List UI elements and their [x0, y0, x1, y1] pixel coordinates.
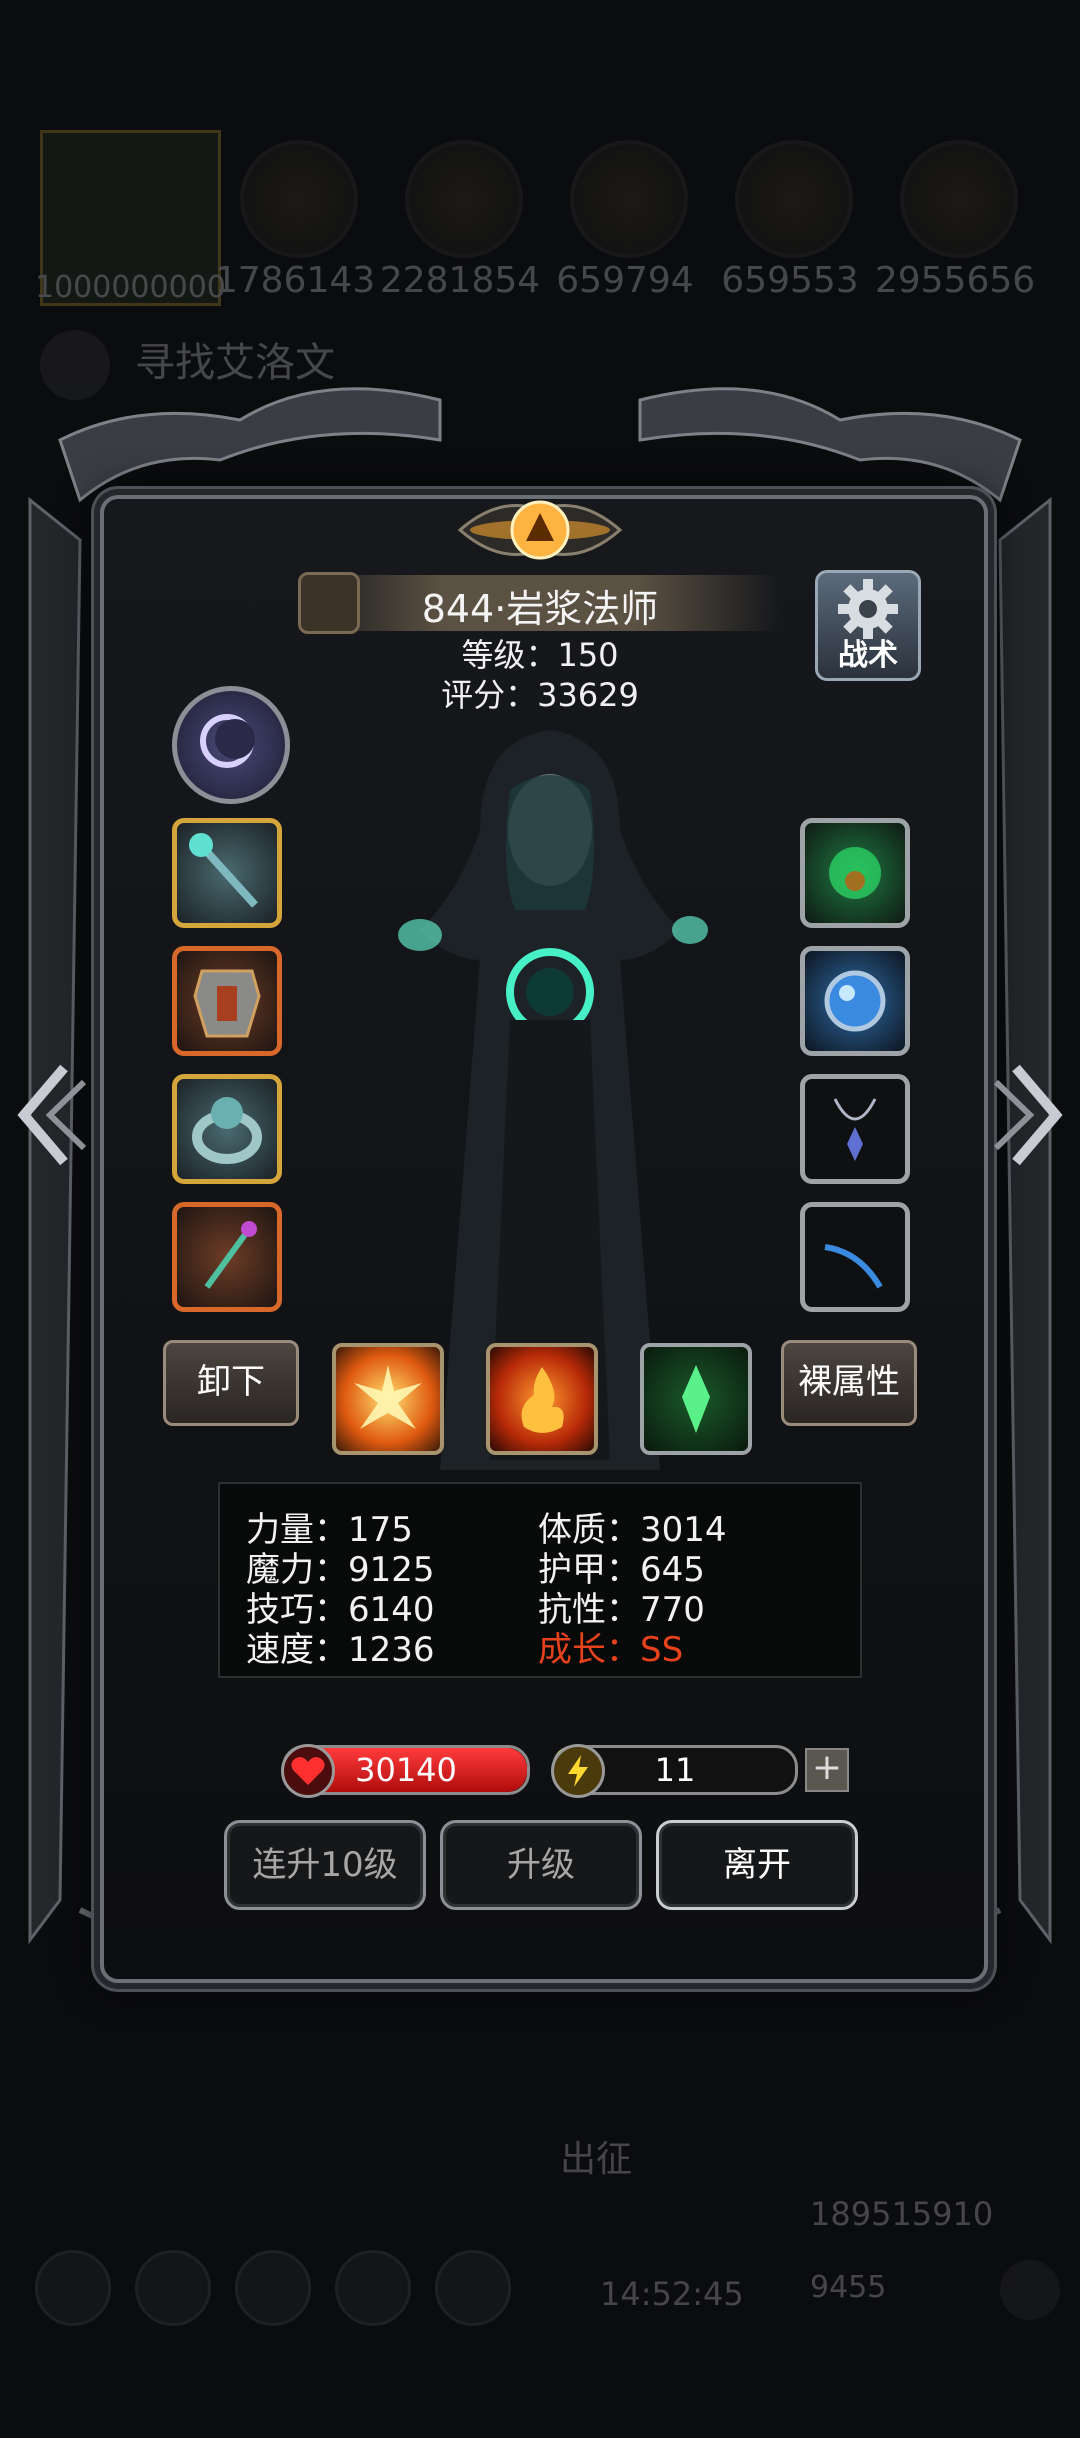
heart-icon [281, 1744, 335, 1798]
attr-growth: 成长：SS [538, 1630, 684, 1670]
skill-slot-3[interactable] [640, 1343, 752, 1455]
timer: 14:52:45 [600, 2275, 744, 2313]
equip-slot-armor[interactable] [172, 946, 282, 1056]
upgrade-10-button[interactable]: 连升10级 [224, 1820, 426, 1910]
crystal-icon [682, 1365, 710, 1433]
upgrade-button[interactable]: 升级 [440, 1820, 642, 1910]
energy-bar: 11 [551, 1744, 798, 1798]
resource-icon [570, 140, 688, 258]
resource-value: 1786143 [214, 260, 376, 301]
equip-slot-amulet[interactable] [800, 818, 910, 928]
plus-icon [1000, 2260, 1060, 2320]
menu-icon [435, 2250, 511, 2326]
menu-icon [135, 2250, 211, 2326]
hero-skill-orb[interactable] [172, 686, 290, 804]
resource-value: 2955656 [874, 260, 1036, 301]
portrait-value: 1000000000 [35, 270, 226, 305]
menu-icon [35, 2250, 111, 2326]
raw-attributes-button[interactable]: 裸属性 [781, 1340, 917, 1426]
equip-slot-feather[interactable] [800, 1202, 910, 1312]
flame-icon [521, 1367, 564, 1433]
equip-slot-staff[interactable] [172, 818, 282, 928]
rank-gem-icon [298, 572, 360, 634]
equip-slot-necklace[interactable] [800, 1074, 910, 1184]
prev-hero-arrow-icon[interactable] [12, 1060, 92, 1170]
crescent-icon [200, 714, 255, 768]
resource-value: 659553 [721, 260, 859, 301]
necklace-icon [833, 1098, 877, 1161]
orb-icon [824, 970, 886, 1032]
wand-icon [204, 1221, 257, 1289]
skill-slot-2[interactable] [486, 1343, 598, 1455]
ring-icon [192, 1097, 262, 1164]
lightning-icon [551, 1744, 605, 1798]
add-energy-button[interactable]: + [805, 1748, 849, 1792]
resource-icon [900, 140, 1018, 258]
equip-slot-wand[interactable] [172, 1202, 282, 1312]
resource-icon [735, 140, 853, 258]
attr-speed: 速度：1236 [246, 1630, 435, 1670]
feather-icon [824, 1244, 883, 1289]
hp-bar: 30140 [281, 1744, 530, 1798]
crest-emblem-icon [457, 500, 623, 560]
amulet-green-icon [829, 847, 881, 899]
equip-slot-ring[interactable] [172, 1074, 282, 1184]
resource-value: 659794 [556, 260, 694, 301]
staff-icon [189, 833, 258, 908]
resource-icon [240, 140, 358, 258]
fire-burst-icon [354, 1365, 422, 1429]
hero-name: 844·岩浆法师 [421, 587, 659, 631]
menu-icon [235, 2250, 311, 2326]
gold-amount: 189515910 [810, 2195, 994, 2233]
resource-value: 2281854 [379, 260, 541, 301]
tactics-button[interactable]: 战术 [815, 570, 921, 681]
menu-icon [335, 2250, 411, 2326]
skill-slot-1[interactable] [332, 1343, 444, 1455]
resource-icon [405, 140, 523, 258]
unequip-button[interactable]: 卸下 [163, 1340, 299, 1426]
deploy-label: 出征 [560, 2139, 633, 2180]
leave-button[interactable]: 离开 [656, 1820, 858, 1910]
equip-slot-orb[interactable] [800, 946, 910, 1056]
armor-icon [193, 969, 261, 1038]
next-hero-arrow-icon[interactable] [988, 1060, 1068, 1170]
gem-amount: 9455 [810, 2270, 887, 2305]
resource-row: 1000000000 1786143 2281854 659794 659553… [30, 130, 1050, 310]
tactics-label: 战术 [838, 638, 898, 673]
hero-score: 评分：33629 [441, 676, 639, 714]
